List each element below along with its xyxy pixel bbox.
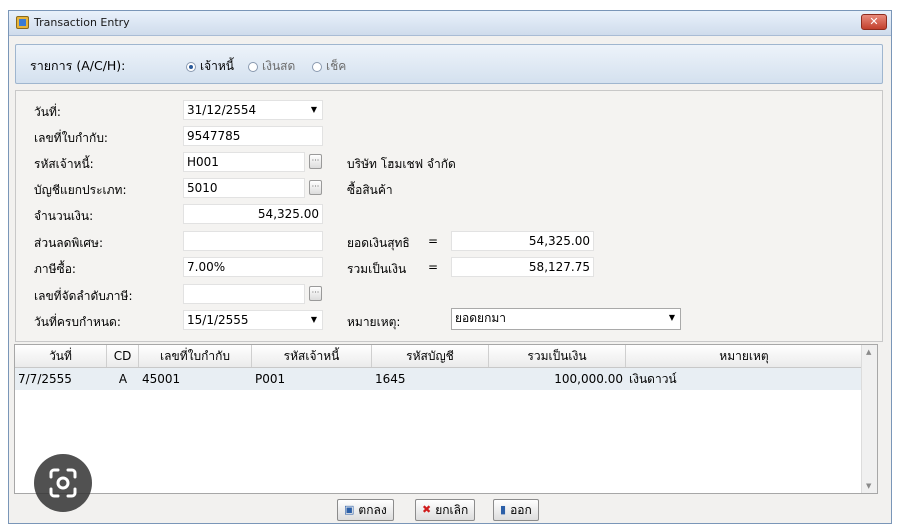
- app-icon: [16, 16, 29, 29]
- exit-button[interactable]: ▮ ออก: [493, 499, 539, 521]
- radio-cash[interactable]: เงินสด: [248, 57, 295, 76]
- cancel-button[interactable]: ✖ ยกเลิก: [415, 499, 476, 521]
- column-header-creditor[interactable]: รหัสเจ้าหนี้: [252, 345, 372, 367]
- tax-invoice-label: เลขที่ใบกำกับ:: [34, 131, 108, 145]
- radio-cheque-label: เช็ค: [326, 59, 347, 73]
- column-header-date[interactable]: วันที่: [15, 345, 107, 367]
- creditor-code-field[interactable]: H001: [183, 152, 305, 172]
- column-header-account[interactable]: รหัสบัญชี: [372, 345, 489, 367]
- grid-header: วันที่ CD เลขที่ใบกำกับ รหัสเจ้าหนี้ รหั…: [15, 345, 862, 368]
- column-header-invoice[interactable]: เลขที่ใบกำกับ: [139, 345, 252, 367]
- total-equals: =: [428, 260, 439, 274]
- cancel-button-label: ยกเลิก: [435, 503, 469, 517]
- cell-account: 1645: [375, 372, 406, 386]
- tax-invoice-field[interactable]: 9547785: [183, 126, 323, 146]
- total-label: รวมเป็นเงิน: [347, 262, 407, 276]
- save-icon: ▣: [344, 503, 355, 516]
- note-dropdown[interactable]: ยอดยกมา ▼: [451, 308, 681, 330]
- tax-sequence-label: เลขที่จัดลำดับภาษี:: [34, 289, 133, 303]
- title-bar: Transaction Entry ✕: [9, 11, 891, 36]
- scroll-down-icon[interactable]: ▼: [866, 482, 871, 490]
- tax-sequence-lookup-button[interactable]: ···: [309, 286, 322, 301]
- date-dropdown[interactable]: 31/12/2554 ▼: [183, 100, 323, 120]
- net-amount-label: ยอดเงินสุทธิ: [347, 236, 410, 250]
- ok-button[interactable]: ▣ ตกลง: [337, 499, 394, 521]
- dropdown-arrow-icon: ▼: [310, 315, 317, 324]
- vat-field[interactable]: 7.00%: [183, 257, 323, 277]
- cell-cd: A: [118, 372, 128, 386]
- transaction-type-label: รายการ (A/C/H):: [30, 58, 126, 73]
- note-value: ยอดยกมา: [455, 311, 506, 325]
- due-date-dropdown[interactable]: 15/1/2555 ▼: [183, 310, 323, 330]
- radio-creditor-label: เจ้าหนี้: [200, 59, 234, 73]
- radio-creditor[interactable]: เจ้าหนี้: [186, 57, 234, 76]
- dropdown-arrow-icon: ▼: [310, 105, 317, 114]
- cell-total: 100,000.00: [554, 372, 623, 386]
- note-label: หมายเหตุ:: [347, 315, 401, 329]
- total-field: 58,127.75: [451, 257, 594, 277]
- amount-label: จำนวนเงิน:: [34, 209, 94, 223]
- window-title: Transaction Entry: [34, 16, 130, 29]
- form-panel: วันที่: 31/12/2554 ▼ เลขที่ใบกำกับ: 9547…: [15, 90, 883, 342]
- radio-cash-label: เงินสด: [262, 59, 296, 73]
- scroll-up-icon[interactable]: ▲: [866, 348, 871, 356]
- radio-dot-icon: [186, 61, 196, 72]
- discount-field[interactable]: [183, 231, 323, 251]
- net-equals: =: [428, 234, 439, 248]
- radio-cheque[interactable]: เช็ค: [312, 57, 346, 76]
- column-header-total[interactable]: รวมเป็นเงิน: [489, 345, 626, 367]
- sub-account-name: ซื้อสินค้า: [347, 183, 393, 197]
- due-date-value: 15/1/2555: [187, 313, 249, 327]
- cell-date: 7/7/2555: [18, 372, 72, 386]
- table-row[interactable]: 7/7/2555 A 45001 P001 1645 100,000.00 เง…: [15, 368, 862, 390]
- vat-label: ภาษีซื้อ:: [34, 262, 76, 276]
- cell-invoice: 45001: [142, 372, 181, 386]
- column-header-cd[interactable]: CD: [107, 345, 139, 367]
- transaction-grid[interactable]: วันที่ CD เลขที่ใบกำกับ รหัสเจ้าหนี้ รหั…: [14, 344, 878, 494]
- transaction-type-bar: รายการ (A/C/H): เจ้าหนี้ เงินสด เช็ค: [15, 44, 883, 84]
- due-date-label: วันที่ครบกำหนด:: [34, 315, 121, 329]
- creditor-code-label: รหัสเจ้าหนี้:: [34, 157, 94, 171]
- lens-icon: [49, 468, 77, 498]
- sub-account-label: บัญชีแยกประเภท:: [34, 183, 127, 197]
- cell-note: เงินดาวน์: [629, 372, 677, 386]
- close-button[interactable]: ✕: [861, 14, 887, 30]
- lens-overlay-badge[interactable]: [34, 454, 92, 512]
- amount-field[interactable]: 54,325.00: [183, 204, 323, 224]
- creditor-name: บริษัท โฮมเชฟ จำกัด: [347, 157, 456, 171]
- discount-label: ส่วนลดพิเศษ:: [34, 236, 103, 250]
- exit-button-label: ออก: [510, 503, 532, 517]
- exit-door-icon: ▮: [500, 503, 507, 516]
- dropdown-arrow-icon: ▼: [668, 313, 675, 322]
- date-value: 31/12/2554: [187, 103, 257, 117]
- cancel-x-icon: ✖: [422, 503, 432, 516]
- ok-button-label: ตกลง: [358, 503, 387, 517]
- radio-dot-icon: [312, 61, 322, 72]
- radio-dot-icon: [248, 61, 258, 72]
- sub-account-field[interactable]: 5010: [183, 178, 305, 198]
- date-label: วันที่:: [34, 105, 61, 119]
- tax-sequence-field[interactable]: [183, 284, 305, 304]
- sub-account-lookup-button[interactable]: ···: [309, 180, 322, 195]
- net-amount-field: 54,325.00: [451, 231, 594, 251]
- grid-scrollbar[interactable]: ▲ ▼: [861, 345, 877, 493]
- creditor-lookup-button[interactable]: ···: [309, 154, 322, 169]
- column-header-note[interactable]: หมายเหตุ: [626, 345, 862, 367]
- cell-creditor: P001: [255, 372, 286, 386]
